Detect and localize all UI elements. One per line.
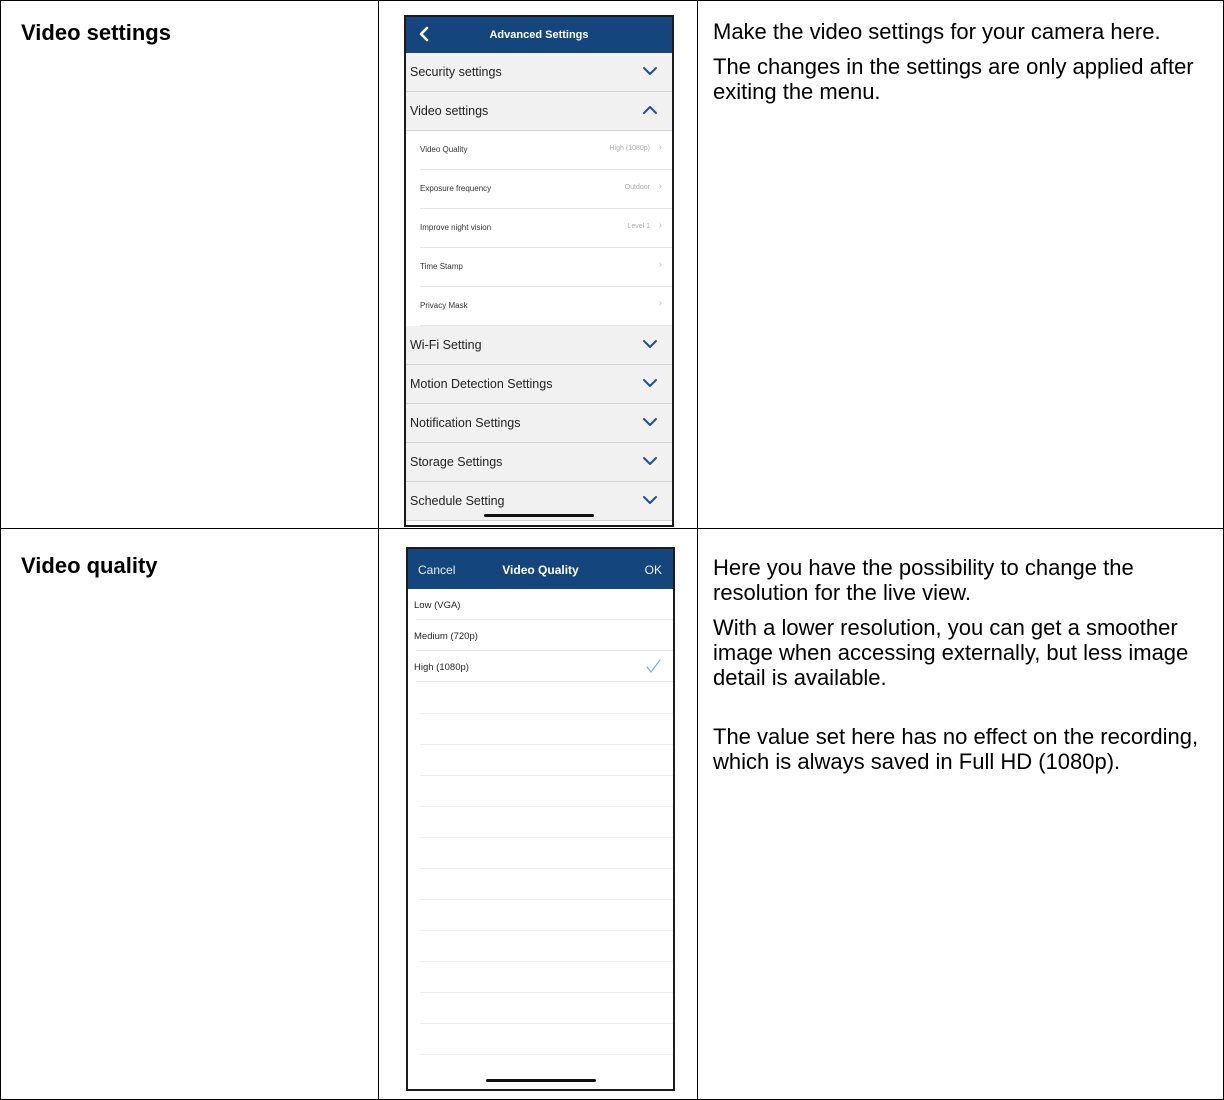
list-separator	[420, 1023, 673, 1024]
list-separator	[420, 806, 673, 807]
list-separator	[420, 961, 673, 962]
home-indicator[interactable]	[484, 514, 594, 517]
option-label: Low (VGA)	[414, 600, 461, 611]
list-separator	[420, 1054, 673, 1055]
column-divider	[697, 1, 698, 1099]
section-heading: Video quality	[21, 553, 158, 578]
section-label: Motion Detection Settings	[410, 377, 553, 391]
option-label: Medium (720p)	[414, 631, 478, 642]
setting-exposure-frequency[interactable]: Exposure frequency Outdoor ›	[406, 170, 672, 209]
ok-button[interactable]: OK	[645, 563, 662, 577]
list-separator	[420, 775, 673, 776]
section-label: Storage Settings	[410, 455, 503, 469]
setting-time-stamp[interactable]: Time Stamp ›	[406, 248, 672, 287]
description-paragraph: Here you have the possibility to change …	[713, 555, 1134, 605]
home-indicator[interactable]	[485, 1079, 596, 1082]
column-divider	[378, 1, 379, 1099]
chevron-down-icon	[643, 496, 657, 504]
setting-label: Video Quality	[420, 145, 468, 154]
list-separator	[420, 930, 673, 931]
chevron-up-icon	[643, 106, 657, 114]
setting-label: Privacy Mask	[420, 301, 468, 310]
chevron-right-icon: ›	[658, 298, 662, 309]
chevron-down-icon	[643, 379, 657, 387]
advanced-settings-screenshot: Advanced Settings Security settings Vide…	[404, 15, 674, 527]
list-separator	[420, 713, 673, 714]
setting-label: Exposure frequency	[420, 184, 492, 193]
quality-option[interactable]: Medium (720p)	[408, 620, 673, 651]
setting-privacy-mask[interactable]: Privacy Mask ›	[406, 287, 672, 326]
chevron-down-icon	[643, 67, 657, 75]
section-security-settings[interactable]: Security settings	[406, 53, 672, 92]
section-label: Wi-Fi Setting	[410, 338, 482, 352]
description-paragraph: With a lower resolution, you can get a s…	[713, 615, 1189, 690]
section-label: Schedule Setting	[410, 494, 505, 508]
list-separator	[420, 899, 673, 900]
screen-title: Advanced Settings	[489, 29, 589, 41]
setting-value: High (1080p)	[609, 145, 650, 152]
description-paragraph: The value set here has no effect on the …	[713, 724, 1199, 774]
quality-option-selected[interactable]: High (1080p)	[408, 651, 673, 682]
section-wifi-setting[interactable]: Wi-Fi Setting	[406, 326, 672, 365]
row-divider	[1, 528, 1223, 529]
list-separator	[420, 992, 673, 993]
setting-value: Level 1	[627, 223, 650, 230]
screen-title: Video Quality	[502, 563, 579, 577]
quality-option[interactable]: Low (VGA)	[408, 589, 673, 620]
chevron-right-icon: ›	[658, 142, 662, 153]
chevron-down-icon	[643, 340, 657, 348]
section-video-settings[interactable]: Video settings	[406, 92, 672, 131]
navigation-bar: Cancel Video Quality OK	[408, 549, 673, 589]
section-label: Notification Settings	[410, 416, 521, 430]
description-block: Here you have the possibility to change …	[713, 555, 1203, 784]
list-separator	[420, 837, 673, 838]
chevron-down-icon	[643, 418, 657, 426]
description-paragraph: The changes in the settings are only app…	[713, 54, 1194, 104]
video-quality-screenshot: Cancel Video Quality OK Low (VGA) Medium…	[406, 547, 675, 1091]
navigation-bar: Advanced Settings	[406, 17, 672, 53]
setting-label: Time Stamp	[420, 262, 463, 271]
section-storage-settings[interactable]: Storage Settings	[406, 443, 672, 482]
section-notification-settings[interactable]: Notification Settings	[406, 404, 672, 443]
setting-improve-night-vision[interactable]: Improve night vision Level 1 ›	[406, 209, 672, 248]
chevron-right-icon: ›	[658, 220, 662, 231]
setting-video-quality[interactable]: Video Quality High (1080p) ›	[406, 131, 672, 170]
description-paragraph: Make the video settings for your camera …	[713, 19, 1161, 44]
list-separator	[420, 744, 673, 745]
setting-value: Outdoor	[624, 184, 650, 191]
description-block: Make the video settings for your camera …	[713, 19, 1203, 114]
section-heading: Video settings	[21, 20, 171, 45]
chevron-right-icon: ›	[658, 259, 662, 270]
setting-label: Improve night vision	[420, 223, 492, 232]
chevron-right-icon: ›	[658, 181, 662, 192]
section-motion-detection-settings[interactable]: Motion Detection Settings	[406, 365, 672, 404]
section-label: Security settings	[410, 65, 502, 79]
checkmark-icon	[646, 659, 661, 673]
list-separator	[420, 868, 673, 869]
section-label: Video settings	[410, 104, 489, 118]
option-label: High (1080p)	[414, 662, 469, 673]
chevron-down-icon	[643, 457, 657, 465]
